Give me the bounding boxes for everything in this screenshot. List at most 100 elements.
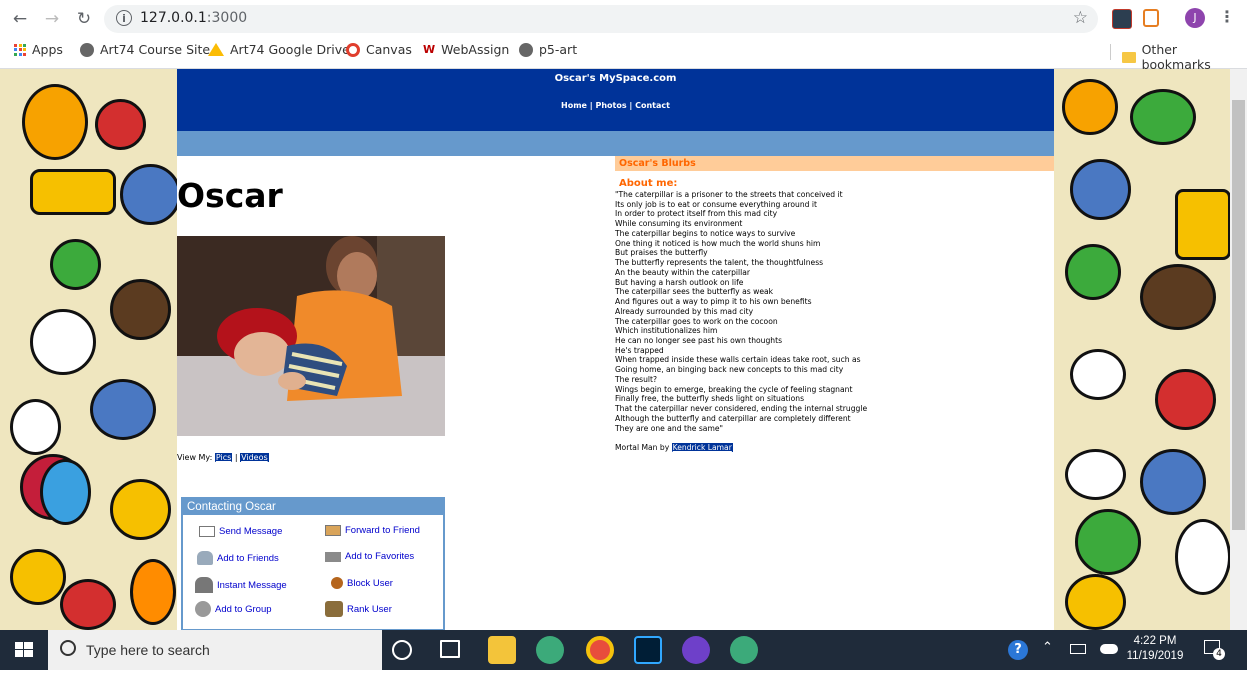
forward-to-friend-button[interactable]: Forward to Friend — [325, 525, 420, 536]
contact-item-label: Forward to Friend — [345, 525, 420, 536]
poem-line: The caterpillar sees the butterfly as we… — [615, 287, 774, 297]
bookmark-webassign[interactable]: W WebAssign — [423, 42, 509, 57]
address-bar[interactable]: i 127.0.0.1:3000 ☆ — [104, 5, 1098, 33]
sticker-icon — [120, 164, 181, 225]
file-explorer-icon[interactable] — [488, 636, 516, 664]
search-placeholder: Type here to search — [86, 642, 210, 658]
photoshop-icon[interactable] — [634, 636, 662, 664]
sticker-icon — [1062, 79, 1118, 135]
clock-date: 11/19/2019 — [1126, 650, 1184, 662]
office-extension-icon[interactable] — [1143, 9, 1159, 27]
apps-grid-icon — [14, 43, 26, 56]
favorites-folder-icon — [325, 551, 341, 562]
about-me-text: "The caterpillar is a prisoner to the st… — [615, 190, 1045, 433]
poem-line: And figures out a way to pimp it to his … — [615, 297, 812, 307]
poem-line: While consuming its environment — [615, 219, 743, 229]
clock-time: 4:22 PM — [1133, 635, 1177, 647]
poem-line: Going home, an binging back new concepts… — [615, 365, 844, 375]
sticker-icon — [1175, 519, 1230, 595]
videos-link[interactable]: Videos — [240, 453, 269, 462]
sticker-icon — [1065, 574, 1126, 630]
sticker-icon — [22, 84, 88, 160]
poem-line: But praises the butterfly — [615, 248, 708, 258]
photo-image — [177, 236, 445, 436]
sticker-icon — [10, 549, 66, 605]
bookmark-canvas[interactable]: Canvas — [346, 42, 412, 57]
forward-arrow-icon[interactable]: → — [40, 7, 64, 31]
help-icon[interactable]: ? — [1008, 640, 1028, 660]
extension-icon[interactable] — [1112, 9, 1132, 29]
other-bookmarks[interactable]: Other bookmarks — [1122, 42, 1247, 72]
add-to-favorites-button[interactable]: Add to Favorites — [325, 551, 414, 562]
onedrive-cloud-icon[interactable] — [1100, 644, 1118, 654]
sticker-icon — [1065, 244, 1121, 300]
contact-item-label: Add to Group — [215, 603, 272, 615]
scrollbar-thumb[interactable] — [1232, 100, 1245, 530]
site-info-icon[interactable]: i — [116, 10, 132, 26]
bookmark-art74-course-site[interactable]: Art74 Course Site — [80, 42, 210, 57]
separator: | — [234, 453, 238, 462]
contact-item-label: Send Message — [219, 526, 283, 537]
add-to-group-button[interactable]: Add to Group — [195, 601, 272, 617]
poem-line: Wings begin to emerge, breaking the cycl… — [615, 384, 853, 394]
back-arrow-icon[interactable]: ← — [8, 7, 32, 31]
block-user-button[interactable]: Block User — [331, 577, 393, 589]
bookmark-label: WebAssign — [441, 42, 510, 57]
sticker-icon — [30, 309, 96, 375]
kendrick-lamar-link[interactable]: Kendrick Lamar — [671, 443, 733, 452]
profile-name: Oscar — [177, 176, 283, 215]
add-group-icon — [195, 601, 211, 617]
sticker-icon — [1140, 449, 1206, 515]
contact-heading: Contacting Oscar — [183, 499, 443, 515]
bookmark-art74-google-drive[interactable]: Art74 Google Drive — [208, 42, 350, 57]
task-view-icon[interactable] — [440, 640, 460, 658]
site-title[interactable]: Oscar's MySpace.com — [177, 73, 1054, 84]
folder-icon — [1122, 51, 1136, 63]
chrome-icon[interactable] — [586, 636, 614, 664]
taskbar-search[interactable]: Type here to search — [48, 630, 382, 670]
pics-link[interactable]: Pics — [214, 453, 233, 462]
browser-chrome: ← → ↻ i 127.0.0.1:3000 ☆ J ⋮ Apps Art74 … — [0, 0, 1247, 72]
poem-line: Finally free, the butterfly sheds light … — [615, 394, 805, 404]
sticker-icon — [50, 239, 101, 290]
url-host: 127.0.0.1 — [140, 10, 207, 26]
poem-line: In order to protect itself from this mad… — [615, 209, 778, 219]
poem-line: When trapped inside these walls certain … — [615, 355, 861, 365]
menu-kebab-icon[interactable]: ⋮ — [1219, 7, 1235, 26]
bookmark-star-icon[interactable]: ☆ — [1073, 8, 1088, 28]
windows-start-icon[interactable] — [0, 630, 48, 670]
bookmark-apps[interactable]: Apps — [14, 42, 63, 57]
url-text[interactable]: 127.0.0.1:3000 — [140, 10, 247, 26]
profile-avatar[interactable]: J — [1185, 8, 1205, 28]
sticker-icon — [1140, 264, 1216, 330]
rank-user-icon — [325, 601, 343, 617]
battery-icon[interactable] — [1070, 644, 1086, 654]
github-desktop-icon[interactable] — [682, 636, 710, 664]
bookmark-p5-art[interactable]: p5-art — [519, 42, 577, 57]
sticker-icon — [1070, 159, 1131, 220]
sticker-icon — [110, 479, 171, 540]
chevron-up-icon[interactable]: ⌃ — [1042, 640, 1053, 655]
atom-app-icon[interactable] — [730, 636, 758, 664]
credit-prefix: Mortal Man by — [615, 443, 670, 452]
cortana-icon[interactable] — [392, 640, 412, 660]
sticker-icon — [60, 579, 116, 630]
instant-message-button[interactable]: Instant Message — [195, 577, 287, 593]
add-to-friends-button[interactable]: Add to Friends — [197, 551, 279, 565]
reload-icon[interactable]: ↻ — [72, 7, 96, 31]
atom-app-icon[interactable] — [536, 636, 564, 664]
site-nav-links[interactable]: Home | Photos | Contact — [177, 101, 1054, 110]
contact-item-label: Rank User — [347, 603, 392, 615]
poem-line: They are one and the same" — [615, 423, 724, 433]
send-message-button[interactable]: Send Message — [199, 526, 282, 537]
notification-center-icon[interactable]: 4 — [1204, 638, 1226, 660]
poem-line: One thing it noticed is how much the wor… — [615, 238, 821, 248]
site-header: Oscar's MySpace.com Home | Photos | Cont… — [177, 69, 1054, 131]
search-icon — [60, 640, 76, 656]
webassign-icon: W — [423, 43, 436, 56]
bookmark-label: Other bookmarks — [1141, 42, 1211, 72]
taskbar: Type here to search ? ⌃ 4:22 PM 11/19/20… — [0, 630, 1247, 670]
taskbar-clock[interactable]: 4:22 PM 11/19/2019 — [1122, 634, 1188, 664]
rank-user-button[interactable]: Rank User — [325, 601, 392, 617]
poem-line: Although the butterfly and caterpillar a… — [615, 413, 851, 423]
